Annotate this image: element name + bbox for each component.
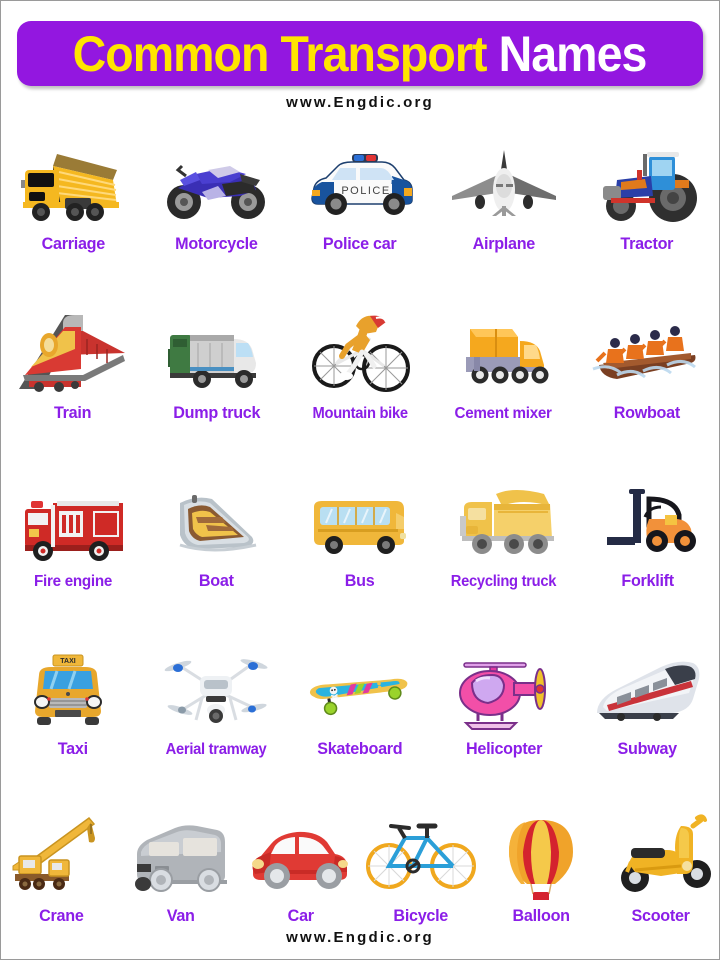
transport-item: Dump truck bbox=[145, 304, 289, 423]
transport-item: Helicopter bbox=[432, 640, 576, 759]
site-url-top: www.Engdic.org bbox=[286, 94, 434, 111]
transport-label: Recycling truck bbox=[450, 573, 557, 590]
transport-item: Balloon bbox=[481, 808, 601, 926]
page-title-rest: Names bbox=[499, 25, 648, 82]
taxi-icon: TAXI bbox=[1, 641, 145, 733]
transport-label: Balloon bbox=[512, 906, 570, 925]
page-title: Common Transport Names bbox=[73, 25, 648, 82]
transport-label: Boat bbox=[199, 571, 234, 590]
transport-item: Train bbox=[1, 304, 145, 423]
transport-label: Police car bbox=[323, 234, 397, 253]
transport-item: Van bbox=[121, 808, 241, 926]
transport-item: Forklift bbox=[575, 472, 719, 591]
transport-item: Tractor bbox=[575, 136, 719, 254]
transport-label: Rowboat bbox=[614, 403, 681, 422]
boat-icon bbox=[145, 473, 289, 565]
transport-item: Scooter bbox=[601, 808, 720, 926]
transport-row: TAXI Taxi Aerial tramway Skateboard Heli… bbox=[1, 640, 719, 759]
transport-item: POLICE Police car bbox=[288, 136, 432, 254]
skateboard-icon bbox=[288, 641, 432, 733]
airplane-icon bbox=[432, 136, 576, 228]
transport-label: Tractor bbox=[620, 234, 674, 253]
helicopter-icon bbox=[432, 641, 576, 733]
transport-label: Fire engine bbox=[33, 573, 112, 590]
car-icon bbox=[241, 808, 361, 900]
recycling-truck-icon bbox=[432, 472, 576, 564]
scooter-icon bbox=[601, 808, 720, 900]
transport-row: Crane Van Car Bicycle Balloon Scooter bbox=[1, 808, 719, 926]
svg-text:TAXI: TAXI bbox=[60, 658, 75, 665]
transport-item: Fire engine bbox=[1, 472, 145, 591]
transport-item: Car bbox=[241, 808, 361, 926]
mountain-bike-icon bbox=[288, 304, 432, 396]
transport-label: Train bbox=[54, 403, 92, 422]
transport-item: Bicycle bbox=[361, 808, 481, 926]
transport-item: TAXI Taxi bbox=[1, 640, 145, 759]
transport-label: Forklift bbox=[620, 571, 674, 590]
transport-label: Bus bbox=[345, 571, 375, 590]
transport-item: Mountain bike bbox=[288, 304, 432, 423]
transport-row: Train Dump truck Mountain bike Cement mi… bbox=[1, 304, 719, 423]
transport-label: Carriage bbox=[41, 234, 105, 253]
transport-item: Boat bbox=[145, 472, 289, 591]
transport-label: Subway bbox=[617, 739, 677, 758]
transport-label: Taxi bbox=[57, 739, 88, 758]
forklift-icon bbox=[575, 473, 719, 565]
motorcycle-icon bbox=[145, 136, 289, 228]
transport-item: Subway bbox=[575, 640, 719, 759]
transport-label: Airplane bbox=[472, 234, 535, 253]
crane-icon bbox=[1, 808, 121, 900]
transport-item: Aerial tramway bbox=[145, 640, 289, 759]
subway-icon bbox=[575, 641, 719, 733]
transport-label: Dump truck bbox=[172, 403, 260, 422]
svg-text:POLICE: POLICE bbox=[341, 185, 390, 197]
transport-row: Fire engine Boat Bus Recycling truck For… bbox=[1, 472, 719, 591]
transport-label: Crane bbox=[38, 906, 84, 925]
page-title-highlight: Common Transport bbox=[73, 25, 500, 82]
transport-item: Bus bbox=[288, 472, 432, 591]
cement-mixer-icon bbox=[432, 307, 576, 399]
transport-label: Scooter bbox=[631, 906, 691, 925]
hot-air-balloon-icon bbox=[481, 808, 601, 900]
transport-item: Recycling truck bbox=[432, 472, 576, 591]
dump-truck-yellow-icon bbox=[1, 136, 145, 228]
transport-label: Aerial tramway bbox=[165, 741, 267, 758]
transport-label: Skateboard bbox=[317, 739, 403, 758]
fire-engine-icon bbox=[1, 475, 145, 567]
garbage-truck-icon bbox=[145, 305, 289, 397]
transport-label: Cement mixer bbox=[455, 405, 553, 422]
infographic-page: Common Transport Names www.Engdic.org Ca… bbox=[1, 1, 719, 959]
transport-item: Airplane bbox=[432, 136, 576, 254]
rowboat-icon bbox=[575, 305, 719, 397]
van-icon bbox=[121, 808, 241, 900]
transport-label: Car bbox=[287, 906, 315, 925]
bicycle-icon bbox=[361, 808, 481, 900]
transport-item: Cement mixer bbox=[432, 304, 576, 423]
transport-label: Helicopter bbox=[465, 739, 542, 758]
transport-item: Carriage bbox=[1, 136, 145, 254]
transport-item: Crane bbox=[1, 808, 121, 926]
site-url-bottom: www.Engdic.org bbox=[286, 929, 434, 946]
transport-label: Van bbox=[167, 906, 195, 925]
transport-label: Bicycle bbox=[393, 906, 449, 925]
transport-label: Motorcycle bbox=[175, 234, 258, 253]
tractor-icon bbox=[575, 136, 719, 228]
drone-icon bbox=[145, 640, 289, 732]
transport-item: Motorcycle bbox=[145, 136, 289, 254]
bus-icon bbox=[288, 473, 432, 565]
transport-row: Carriage Motorcycle POLICE Police car Ai… bbox=[1, 136, 719, 254]
transport-item: Skateboard bbox=[288, 640, 432, 759]
police-car-icon: POLICE bbox=[288, 136, 432, 228]
title-banner: Common Transport Names bbox=[17, 21, 703, 86]
transport-item: Rowboat bbox=[575, 304, 719, 423]
train-icon bbox=[1, 305, 145, 397]
transport-label: Mountain bike bbox=[312, 405, 408, 422]
